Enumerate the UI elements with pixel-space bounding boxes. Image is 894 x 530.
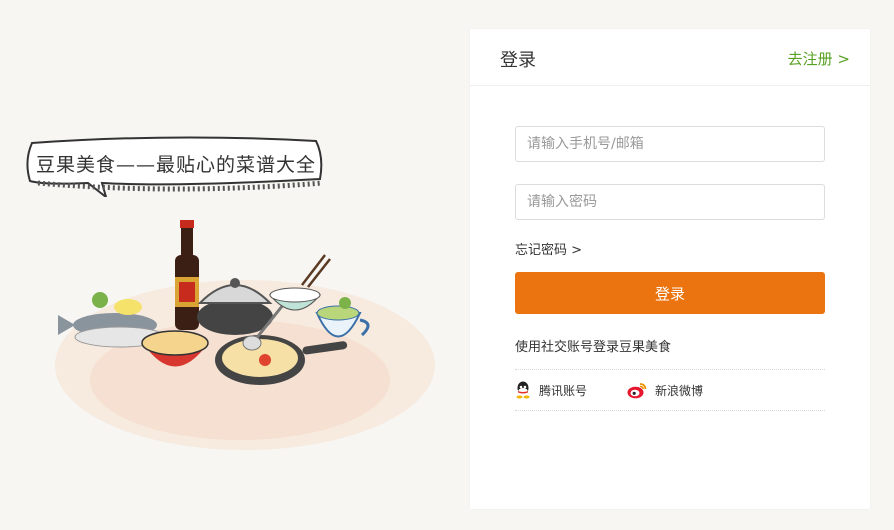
food-drawing [55, 220, 435, 450]
login-page: 豆果美食——最贴心的菜谱大全 登录 去注册 > 请输入手机号/邮箱 忘记密码 >… [0, 0, 894, 530]
phone-email-input[interactable] [515, 126, 825, 162]
qq-login-label: 腾讯账号 [539, 383, 588, 398]
social-login-row: 腾讯账号 新浪微博 [515, 369, 825, 411]
slogan-text: 豆果美食——最贴心的菜谱大全 [36, 154, 317, 176]
register-link[interactable]: 去注册 > [788, 48, 850, 69]
forgot-password-link[interactable]: 忘记密码 > [515, 239, 582, 258]
social-login-title: 使用社交账号登录豆果美食 [515, 340, 672, 355]
qq-login-link[interactable]: 腾讯账号 [515, 379, 587, 401]
login-title: 登录 [500, 50, 536, 71]
qq-icon [516, 381, 530, 399]
password-input[interactable] [515, 184, 825, 220]
food-illustration: 豆果美食——最贴心的菜谱大全 [0, 0, 460, 530]
login-button[interactable]: 登录 [515, 272, 825, 314]
weibo-icon [627, 382, 647, 398]
weibo-login-link[interactable]: 新浪微博 [627, 379, 703, 401]
login-panel: 登录 去注册 > 忘记密码 > 登录 使用社交账号登录豆果美食 腾讯账号 [470, 29, 870, 509]
weibo-login-label: 新浪微博 [655, 383, 704, 398]
panel-header: 登录 去注册 > [470, 29, 870, 86]
